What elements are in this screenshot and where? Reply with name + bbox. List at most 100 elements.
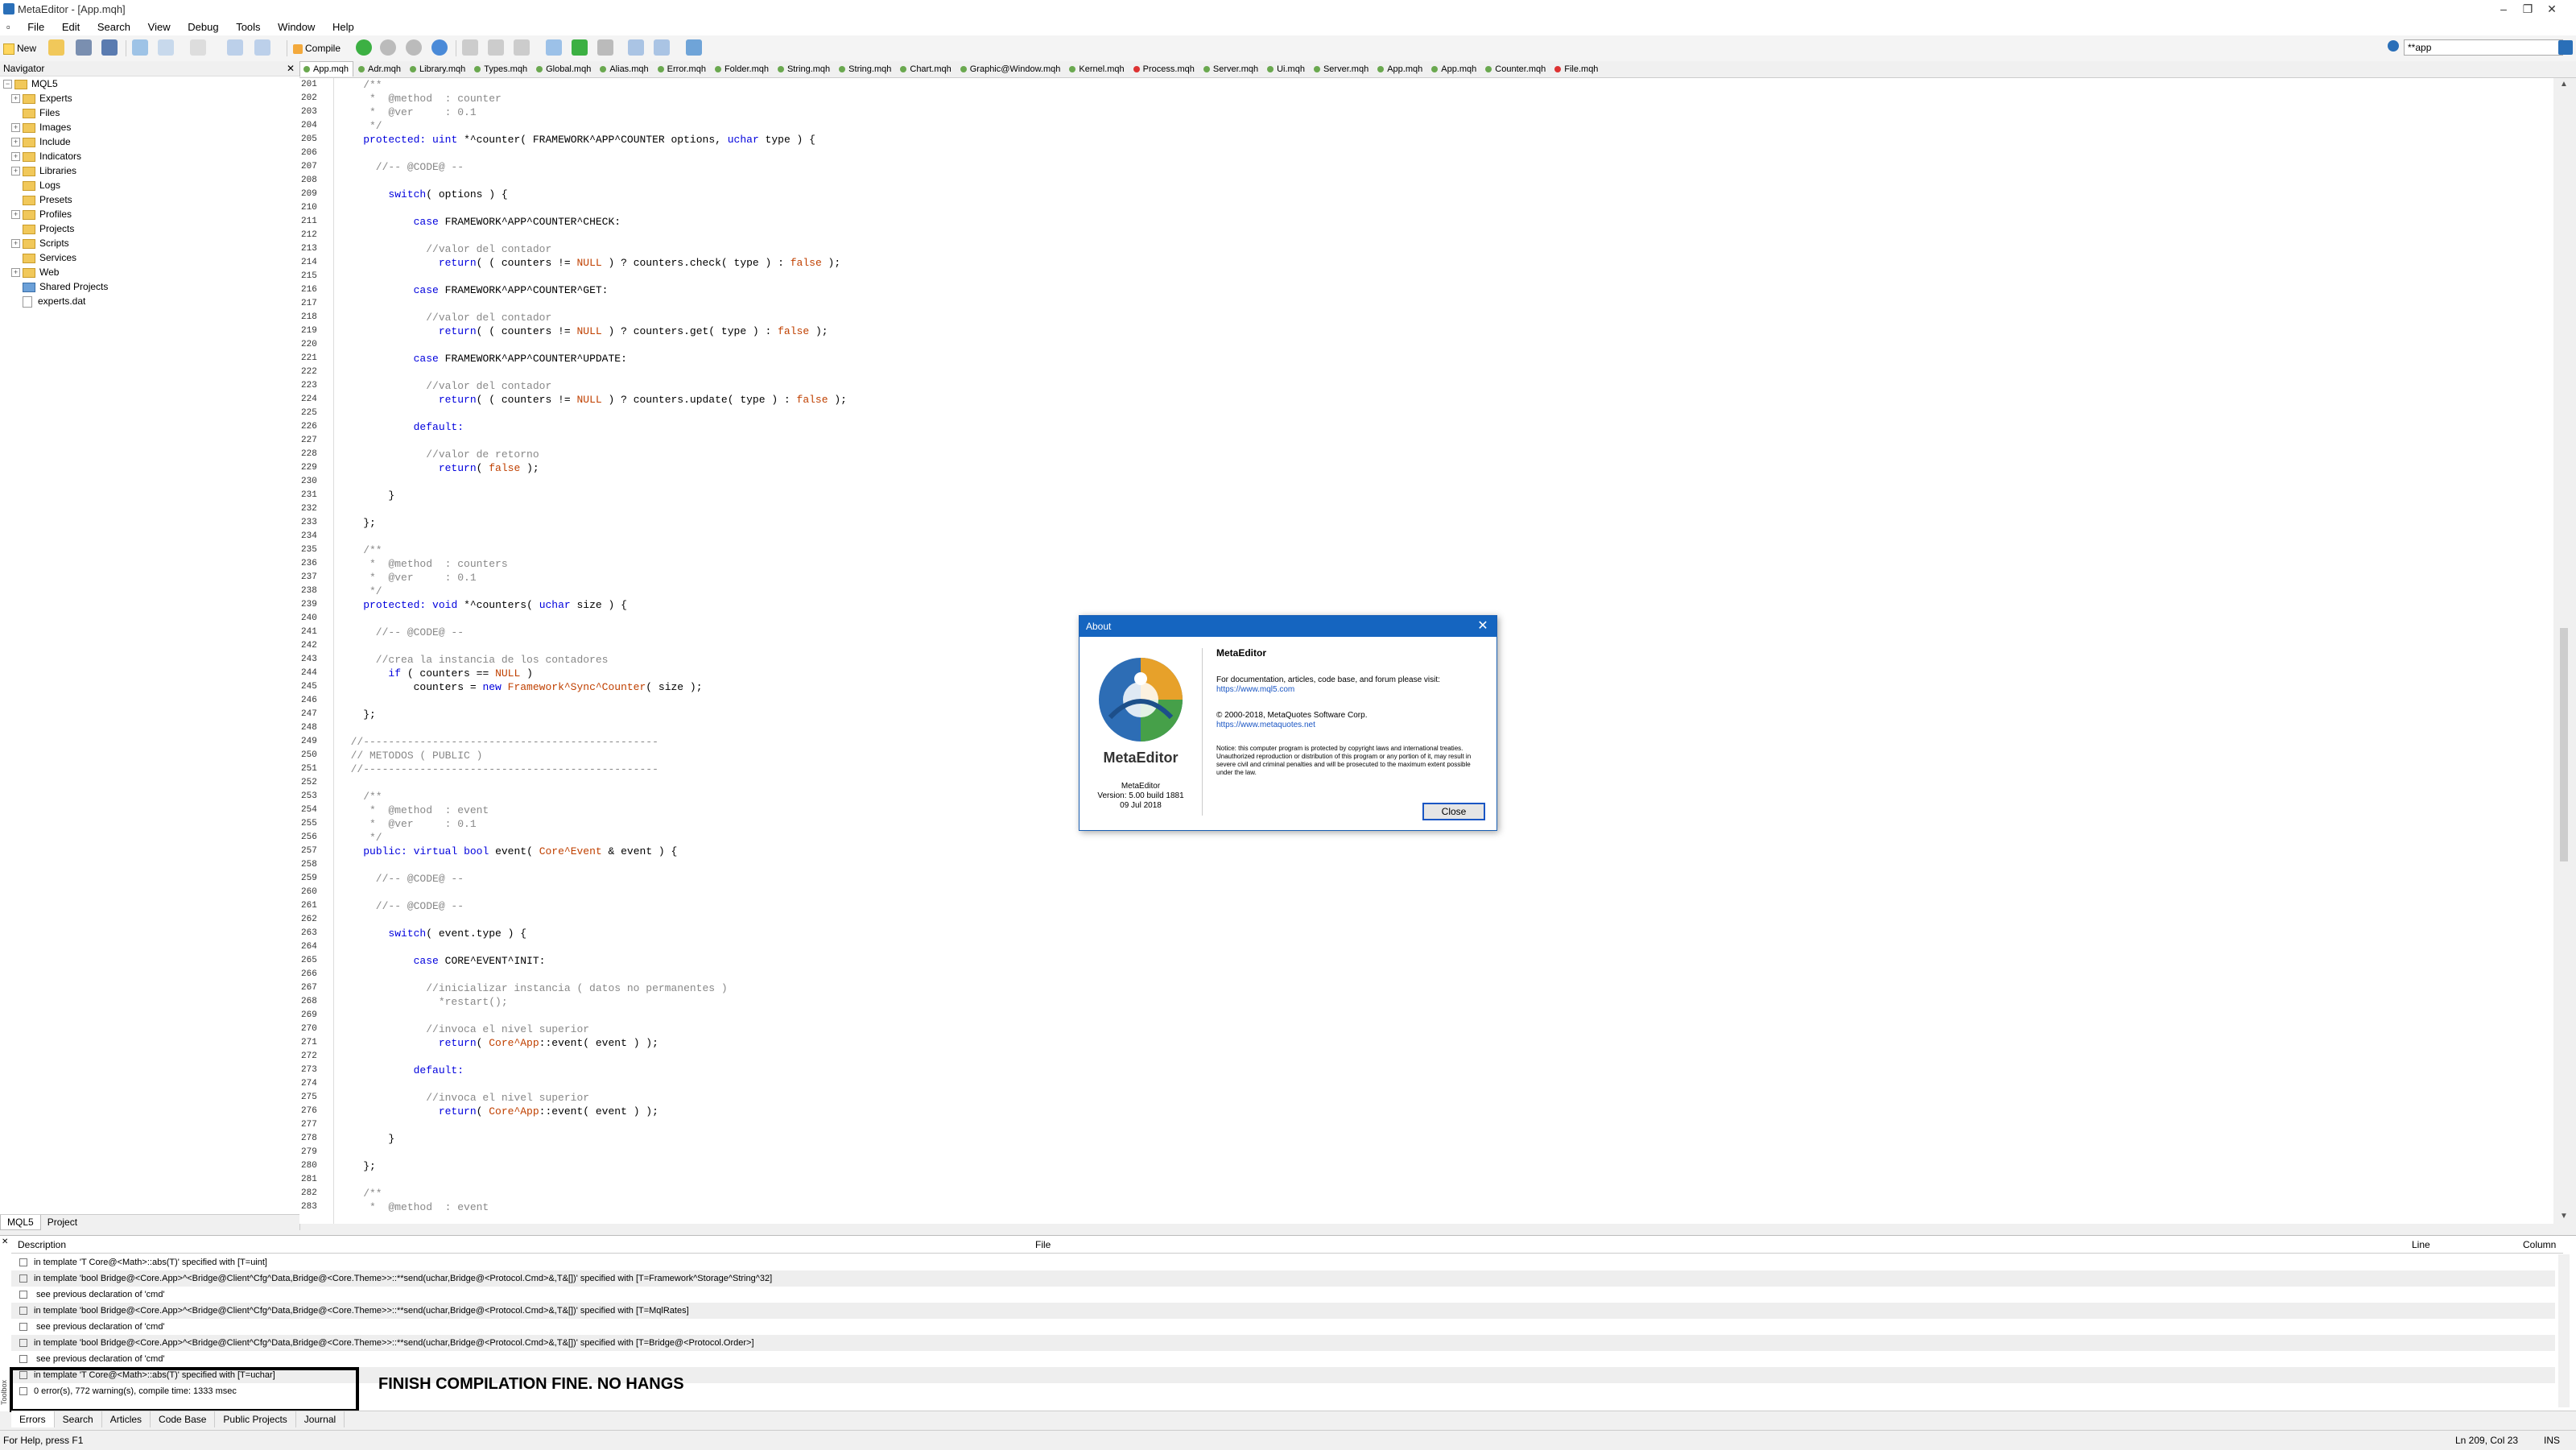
menu-file[interactable]: File: [20, 18, 52, 36]
code-line[interactable]: */: [338, 119, 382, 133]
code-line[interactable]: //-- @CODE@ --: [338, 872, 464, 886]
col-line[interactable]: Line: [2412, 1239, 2430, 1250]
code-line[interactable]: };: [338, 1159, 376, 1173]
file-tab[interactable]: Alias.mqh: [597, 62, 652, 76]
file-tab[interactable]: Ui.mqh: [1264, 62, 1309, 76]
nav-item-files[interactable]: Files: [0, 105, 299, 120]
code-line[interactable]: }: [338, 1132, 394, 1146]
code-line[interactable]: *restart();: [338, 995, 508, 1009]
code-line[interactable]: }: [338, 489, 394, 502]
file-tab[interactable]: Chart.mqh: [897, 62, 955, 76]
code-line[interactable]: return( Core^App::event( event ) );: [338, 1105, 658, 1118]
step-out-icon[interactable]: [514, 39, 530, 56]
nav-item-images[interactable]: + Images: [0, 120, 299, 134]
profile-icon[interactable]: [431, 39, 448, 56]
file-tab[interactable]: Graphic@Window.mqh: [957, 62, 1065, 76]
about-close-button[interactable]: Close: [1422, 803, 1485, 820]
file-tab[interactable]: Global.mqh: [533, 62, 595, 76]
file-tab[interactable]: Folder.mqh: [712, 62, 773, 76]
code-line[interactable]: * @method : counters: [338, 557, 508, 571]
code-line[interactable]: return( ( counters != NULL ) ? counters.…: [338, 393, 847, 407]
code-line[interactable]: switch( event.type ) {: [338, 927, 526, 940]
styler-icon[interactable]: [654, 39, 670, 56]
code-line[interactable]: //valor de retorno: [338, 448, 539, 461]
file-tab[interactable]: Server.mqh: [1200, 62, 1262, 76]
nav-item-profiles[interactable]: + Profiles: [0, 207, 299, 221]
scroll-up-icon[interactable]: ▲: [2560, 80, 2568, 89]
code-line[interactable]: return( ( counters != NULL ) ? counters.…: [338, 324, 828, 338]
toolbox-close-icon[interactable]: ✕: [2, 1237, 8, 1246]
pause-icon[interactable]: [380, 39, 396, 56]
tab-errors[interactable]: Errors: [11, 1411, 55, 1427]
code-line[interactable]: case FRAMEWORK^APP^COUNTER^CHECK:: [338, 215, 621, 229]
menu-edit[interactable]: Edit: [55, 18, 87, 36]
bookmark-icon[interactable]: [628, 39, 644, 56]
col-file[interactable]: File: [1035, 1239, 1051, 1250]
file-tab[interactable]: Kernel.mqh: [1066, 62, 1128, 76]
search-scope-icon[interactable]: [2388, 40, 2399, 52]
code-line[interactable]: //inicializar instancia ( datos no perma…: [338, 981, 727, 995]
nav-tab-mql5[interactable]: MQL5: [0, 1215, 41, 1230]
find-next-icon[interactable]: [254, 39, 270, 56]
code-line[interactable]: /**: [338, 1187, 382, 1200]
file-tab[interactable]: String.mqh: [774, 62, 834, 76]
code-line[interactable]: switch( options ) {: [338, 188, 507, 201]
file-tab[interactable]: File.mqh: [1551, 62, 1602, 76]
step-into-icon[interactable]: [462, 39, 478, 56]
code-line[interactable]: };: [338, 708, 376, 721]
code-line[interactable]: //valor del contador: [338, 311, 551, 324]
scroll-down-icon[interactable]: ▼: [2560, 1212, 2568, 1221]
code-line[interactable]: if ( counters == NULL ): [338, 667, 532, 680]
file-tab[interactable]: Server.mqh: [1311, 62, 1373, 76]
code-line[interactable]: * @ver : 0.1: [338, 817, 477, 831]
menu-tools[interactable]: Tools: [229, 18, 267, 36]
code-line[interactable]: //-- @CODE@ --: [338, 899, 464, 913]
file-tab[interactable]: App.mqh: [299, 61, 354, 76]
code-line[interactable]: default:: [338, 420, 464, 434]
code-line[interactable]: //crea la instancia de los contadores: [338, 653, 609, 667]
nav-tab-project[interactable]: Project: [41, 1215, 84, 1229]
metaquotes-link[interactable]: https://www.metaquotes.net: [1216, 721, 1487, 730]
nav-item-scripts[interactable]: + Scripts: [0, 236, 299, 250]
step-over-icon[interactable]: [488, 39, 504, 56]
code-line[interactable]: case CORE^EVENT^INIT:: [338, 954, 546, 968]
nav-item-indicators[interactable]: + Indicators: [0, 149, 299, 163]
nav-item-shared-projects[interactable]: Shared Projects: [0, 279, 299, 294]
code-line[interactable]: };: [338, 516, 376, 530]
terminal-icon[interactable]: [686, 39, 702, 56]
back-icon[interactable]: [190, 39, 206, 56]
file-tab[interactable]: Process.mqh: [1130, 62, 1199, 76]
file-tab[interactable]: Library.mqh: [407, 62, 469, 76]
code-line[interactable]: */: [338, 585, 382, 598]
code-line[interactable]: default:: [338, 1064, 464, 1077]
toolbox-toggle-icon[interactable]: [158, 39, 174, 56]
code-line[interactable]: /**: [338, 790, 382, 803]
code-line[interactable]: protected: void *^counters( uchar size )…: [338, 598, 627, 612]
file-tab[interactable]: Error.mqh: [654, 62, 710, 76]
save-icon[interactable]: [76, 39, 92, 56]
output-row[interactable]: in template 'bool Bridge@<Core.App>^<Bri…: [11, 1270, 2555, 1287]
menu-window[interactable]: Window: [270, 18, 322, 36]
navigator-close-icon[interactable]: ✕: [287, 61, 295, 76]
editor-scroll-thumb[interactable]: [2560, 628, 2568, 861]
search-input[interactable]: [2404, 39, 2563, 56]
code-line[interactable]: case FRAMEWORK^APP^COUNTER^UPDATE:: [338, 352, 627, 366]
mql5-link[interactable]: https://www.mql5.com: [1216, 685, 1487, 695]
save-all-icon[interactable]: [101, 39, 118, 56]
start-debug-icon[interactable]: [356, 39, 372, 56]
nav-item-web[interactable]: + Web: [0, 265, 299, 279]
code-line[interactable]: return( Core^App::event( event ) );: [338, 1036, 658, 1050]
code-line[interactable]: protected: uint *^counter( FRAMEWORK^APP…: [338, 133, 815, 147]
nav-item-services[interactable]: Services: [0, 250, 299, 265]
nav-item-presets[interactable]: Presets: [0, 192, 299, 207]
menu-help[interactable]: Help: [325, 18, 361, 36]
code-line[interactable]: //--------------------------------------…: [338, 762, 658, 776]
close-window-button[interactable]: ✕: [2528, 0, 2576, 18]
file-tab[interactable]: Types.mqh: [471, 62, 531, 76]
code-line[interactable]: return( false );: [338, 461, 539, 475]
open-icon[interactable]: [48, 39, 64, 56]
nav-item-include[interactable]: + Include: [0, 134, 299, 149]
col-description[interactable]: Description: [18, 1239, 66, 1250]
code-line[interactable]: * @ver : 0.1: [338, 571, 477, 585]
output-row[interactable]: see previous declaration of 'cmd': [11, 1287, 2555, 1303]
